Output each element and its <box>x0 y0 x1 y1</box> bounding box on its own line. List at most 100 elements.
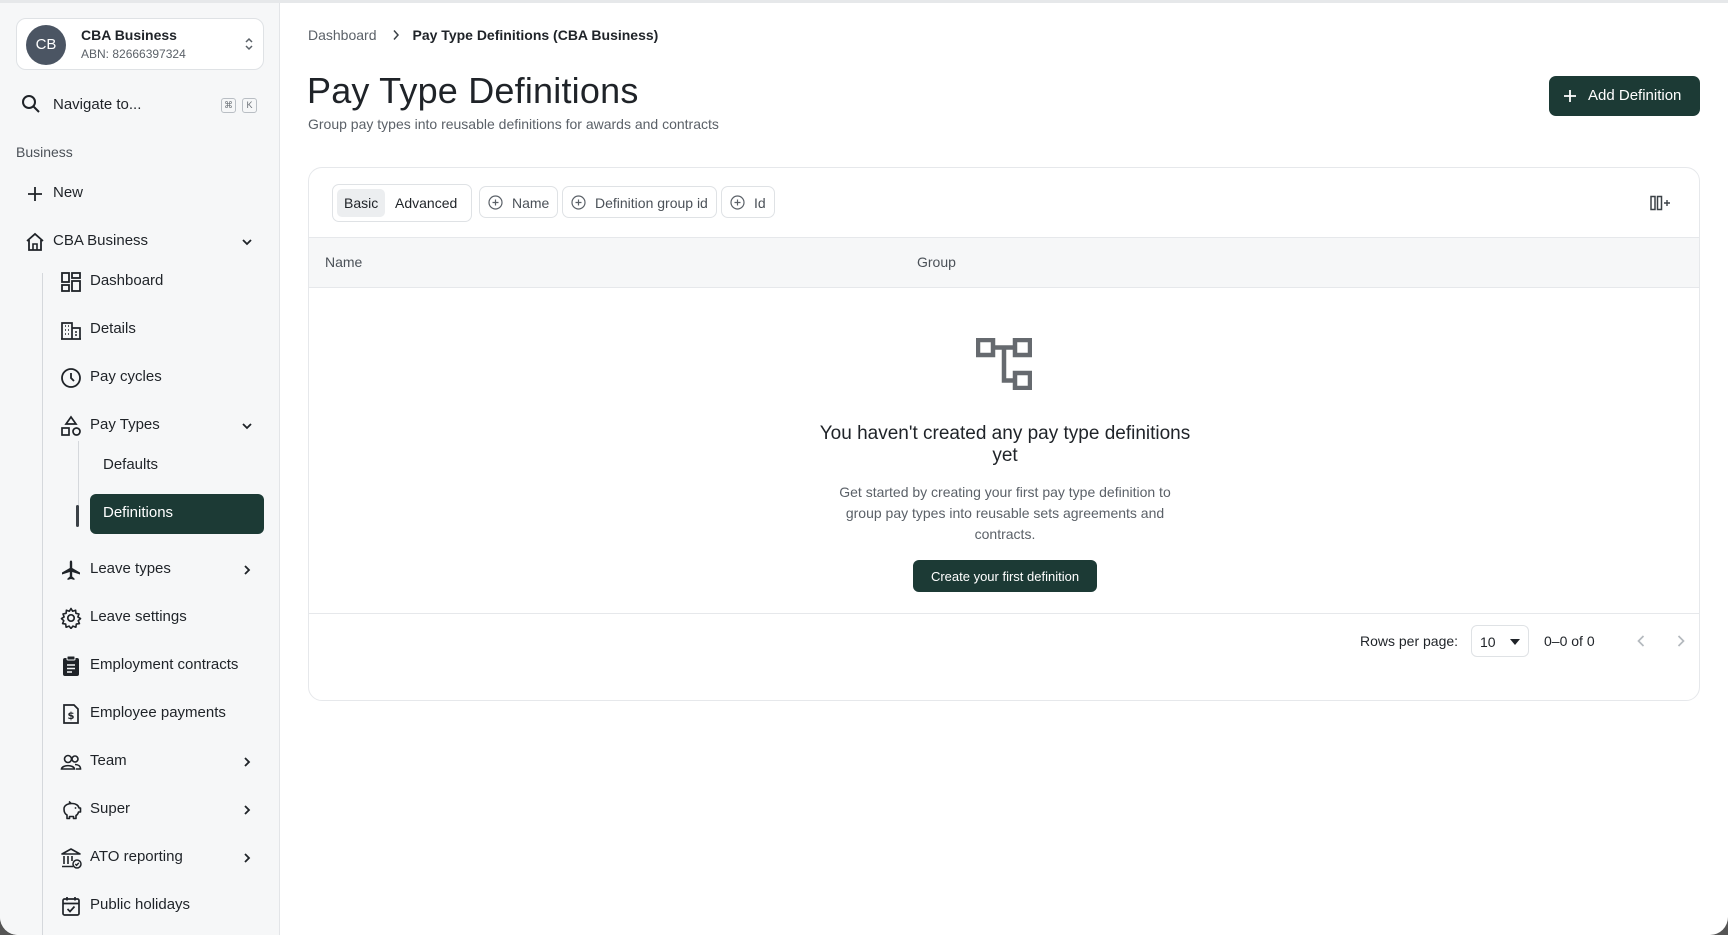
people-icon <box>60 754 82 770</box>
plus-circle-icon <box>571 195 586 210</box>
app-window: CB CBA Business ABN: 82666397324 Navigat… <box>0 0 1728 935</box>
clipboard-icon <box>63 655 79 676</box>
sidebar-item-label: Employment contracts <box>90 656 239 673</box>
plane-icon <box>62 560 80 580</box>
sidebar-item-leave-settings[interactable]: Leave settings <box>60 598 264 638</box>
empty-state-description: Get started by creating your first pay t… <box>839 484 1171 542</box>
sidebar-item-new[interactable]: New <box>24 174 264 214</box>
tab-advanced[interactable]: Advanced <box>388 189 464 217</box>
dashboard-icon <box>61 272 81 292</box>
add-definition-button[interactable]: Add Definition <box>1549 76 1700 116</box>
sidebar-item-team[interactable]: Team <box>60 742 264 782</box>
breadcrumb-current: Pay Type Definitions (CBA Business) <box>412 27 659 43</box>
chevron-right-icon <box>392 30 399 40</box>
chevron-left-icon[interactable] <box>1631 631 1651 651</box>
sidebar-item-leave-types[interactable]: Leave types <box>60 550 264 590</box>
chevron-right-icon <box>244 565 251 575</box>
avatar: CB <box>26 25 66 65</box>
active-indicator <box>76 505 79 527</box>
add-definition-label: Add Definition <box>1588 87 1682 104</box>
sidebar-item-definitions[interactable]: Definitions <box>90 494 264 534</box>
page-subtitle: Group pay types into reusable definition… <box>308 116 719 132</box>
navigate-search[interactable]: Navigate to... ⌘ K <box>16 87 264 121</box>
chevron-right-icon <box>244 853 251 863</box>
plus-icon <box>1564 90 1576 102</box>
sidebar-item-public-holidays[interactable]: Public holidays <box>60 886 264 926</box>
sidebar-item-label: Employee payments <box>90 704 226 721</box>
chevron-right-icon[interactable] <box>1671 631 1691 651</box>
svg-text:$: $ <box>68 711 75 722</box>
sidebar-item-label: Team <box>90 752 127 769</box>
search-icon <box>22 95 40 113</box>
section-label-business: Business <box>16 144 73 160</box>
kbd-cmd: ⌘ <box>221 98 236 113</box>
sidebar-item-ato-reporting[interactable]: ATO reporting <box>60 838 264 878</box>
caret-down-icon <box>1510 639 1520 645</box>
building-icon <box>61 322 81 340</box>
calendar-check-icon <box>62 897 80 916</box>
sidebar-item-label: Details <box>90 320 136 337</box>
pagination-range: 0–0 of 0 <box>1544 633 1595 649</box>
sidebar-item-pay-cycles[interactable]: Pay cycles <box>60 358 264 398</box>
pagination: Rows per page: 10 0–0 of 0 <box>309 614 1699 700</box>
hierarchy-icon <box>976 338 1032 390</box>
filter-mode-toggle: Basic Advanced <box>332 184 472 222</box>
chevron-up-down-icon <box>245 37 253 51</box>
sidebar-item-label: Definitions <box>103 504 174 521</box>
sidebar-item-label: Super <box>90 800 131 817</box>
sidebar-item-dashboard[interactable]: Dashboard <box>60 262 264 302</box>
navigate-label: Navigate to... <box>53 96 142 113</box>
empty-state-title: You haven't created any pay type definit… <box>819 423 1191 466</box>
filter-chip-name[interactable]: Name <box>479 186 558 218</box>
filter-bar: Basic Advanced Name Definition group id <box>309 168 1699 238</box>
sidebar-item-pay-types[interactable]: Pay Types <box>60 406 264 446</box>
chevron-right-icon <box>244 757 251 767</box>
sidebar-item-super[interactable]: Super <box>60 790 264 830</box>
sidebar-item-employee-payments[interactable]: $ Employee payments <box>60 694 264 734</box>
filter-chip-definition-group-id[interactable]: Definition group id <box>562 186 717 218</box>
sidebar-item-label: Pay cycles <box>90 368 162 385</box>
chevron-down-icon <box>242 239 252 246</box>
table-header: Name Group <box>309 238 1699 288</box>
create-first-definition-button[interactable]: Create your first definition <box>913 560 1097 592</box>
page-title: Pay Type Definitions <box>307 70 639 111</box>
filter-chip-label: Definition group id <box>595 195 708 211</box>
chevron-down-icon <box>242 423 252 430</box>
sidebar-item-label: Defaults <box>103 456 159 473</box>
shapes-icon <box>61 415 81 436</box>
org-switcher[interactable]: CB CBA Business ABN: 82666397324 <box>16 18 264 70</box>
org-name: CBA Business <box>81 27 177 43</box>
filter-chip-label: Id <box>754 195 766 211</box>
home-icon <box>26 232 44 251</box>
tree-line <box>42 273 43 935</box>
tab-basic[interactable]: Basic <box>337 189 386 217</box>
sidebar-item-label: Dashboard <box>90 272 164 289</box>
sidebar-item-details[interactable]: Details <box>60 310 264 350</box>
filter-chip-label: Name <box>512 195 550 211</box>
sidebar-item-label: Pay Types <box>90 416 160 433</box>
columns-settings-icon[interactable] <box>1650 195 1672 211</box>
definitions-table-card: Basic Advanced Name Definition group id <box>308 167 1700 701</box>
column-header-group[interactable]: Group <box>917 254 956 270</box>
sidebar-item-employment-contracts[interactable]: Employment contracts <box>60 646 264 686</box>
sidebar-item-label: New <box>53 184 84 201</box>
sidebar-item-label: CBA Business <box>53 232 149 249</box>
dollar-file-icon: $ <box>63 704 79 724</box>
filter-chip-id[interactable]: Id <box>721 186 775 218</box>
chevron-right-icon <box>244 805 251 815</box>
column-header-name[interactable]: Name <box>325 254 362 270</box>
clock-icon <box>61 368 81 388</box>
bank-icon <box>61 848 82 869</box>
kbd-k: K <box>242 98 257 113</box>
sidebar-item-label: Leave settings <box>90 608 187 625</box>
gear-icon <box>60 607 82 629</box>
tree-line <box>78 441 79 507</box>
sidebar-item-cba-business[interactable]: CBA Business <box>24 222 264 262</box>
rows-per-page-value: 10 <box>1480 634 1496 650</box>
sidebar-item-label: Leave types <box>90 560 171 577</box>
sidebar-item-defaults[interactable]: Defaults <box>90 446 264 486</box>
plus-icon <box>28 187 42 201</box>
plus-circle-icon <box>488 195 503 210</box>
rows-per-page-select[interactable]: 10 <box>1471 625 1529 657</box>
breadcrumb-dashboard[interactable]: Dashboard <box>308 27 377 43</box>
